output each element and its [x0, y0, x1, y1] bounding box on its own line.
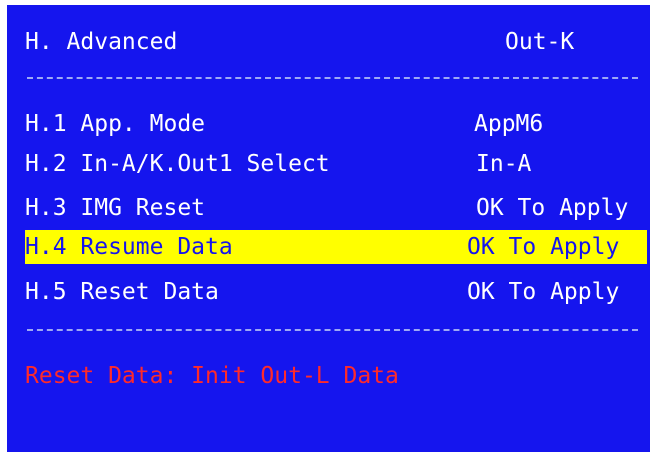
top-divider [27, 77, 638, 79]
menu-item-value: OK To Apply [467, 279, 620, 305]
menu-item-label: H.4 Resume Data [25, 234, 233, 260]
menu-item-value: In-A [476, 151, 532, 177]
menu-item-value: OK To Apply [467, 234, 620, 260]
menu-item-resume-data[interactable]: H.4 Resume Data OK To Apply [25, 230, 647, 264]
menu-item-label: H.1 App. Mode [25, 111, 206, 137]
menu-item-reset-data[interactable]: H.5 Reset Data OK To Apply [25, 275, 646, 309]
menu-item-app-mode[interactable]: H.1 App. Mode AppM6 [25, 107, 646, 141]
osd-menu-screen: H. Advanced Out-K H.1 App. Mode AppM6 H.… [7, 5, 650, 452]
menu-item-label: H.3 IMG Reset [25, 195, 206, 221]
menu-item-label: H.2 In-A/K.Out1 Select [25, 151, 330, 177]
menu-title: H. Advanced [25, 29, 178, 55]
output-mode-indicator: Out-K [505, 29, 575, 55]
menu-item-input-select[interactable]: H.2 In-A/K.Out1 Select In-A [25, 147, 646, 181]
status-message: Reset Data: Init Out-L Data [25, 363, 399, 389]
bottom-divider [27, 329, 638, 331]
menu-header: H. Advanced Out-K [25, 25, 646, 59]
menu-item-value: OK To Apply [476, 195, 629, 221]
menu-item-value: AppM6 [474, 111, 544, 137]
menu-item-label: H.5 Reset Data [25, 279, 219, 305]
menu-item-img-reset[interactable]: H.3 IMG Reset OK To Apply [25, 191, 646, 225]
